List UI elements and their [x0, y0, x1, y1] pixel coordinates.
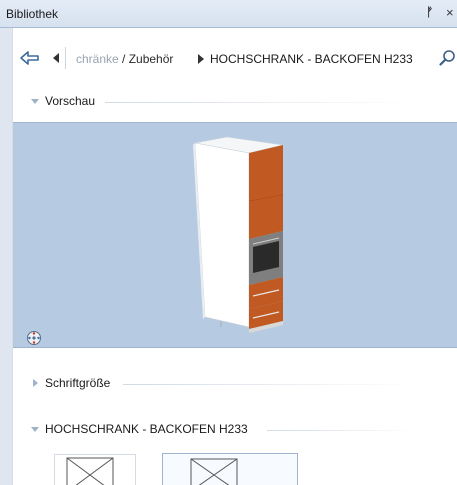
group-preview[interactable]: Vorschau [13, 94, 457, 110]
variant-thumbnail-selected[interactable] [162, 453, 298, 485]
breadcrumb-bar: chränke / Zubehör HOCHSCHRANK - BACKOFEN… [12, 28, 457, 84]
group-item-label: HOCHSCHRANK - BACKOFEN H233 [45, 422, 254, 436]
breadcrumb-chevron-icon[interactable] [198, 54, 204, 64]
triangle-left-icon[interactable] [51, 52, 61, 64]
oven-cabinet-image [193, 136, 284, 333]
expand-arrow-icon[interactable] [31, 427, 39, 432]
placeholder-image-icon [190, 458, 238, 485]
breadcrumb-parent-faded: chränke [76, 52, 119, 66]
breadcrumb-current[interactable]: HOCHSCHRANK - BACKOFEN H233 [210, 52, 413, 66]
group-font-size-label: Schriftgröße [45, 376, 117, 390]
left-rail [0, 28, 12, 485]
window-title: Bibliothek [6, 7, 59, 21]
variant-thumbnail[interactable] [54, 454, 136, 485]
group-divider [267, 430, 418, 431]
breadcrumb-parent-rest: / Zubehör [118, 52, 174, 66]
group-font-size[interactable]: Schriftgröße [13, 376, 457, 392]
group-item[interactable]: HOCHSCHRANK - BACKOFEN H233 [13, 422, 457, 438]
back-arrow-icon[interactable] [18, 48, 42, 68]
title-bar: Bibliothek ᚠ × [0, 0, 457, 28]
preview-viewport[interactable] [13, 122, 457, 348]
breadcrumb-separator [65, 47, 66, 69]
breadcrumb-parent[interactable]: chränke / Zubehör [76, 52, 173, 66]
view-navigation-icon[interactable] [26, 330, 42, 346]
placeholder-image-icon [66, 457, 114, 485]
collapse-arrow-icon[interactable] [33, 379, 38, 387]
group-preview-label: Vorschau [45, 94, 102, 108]
pin-icon[interactable]: ᚠ [426, 5, 433, 19]
library-content: Vorschau Schriftgröße HOCHSCHRANK - BACK… [12, 84, 457, 485]
search-icon[interactable] [438, 48, 457, 68]
group-divider [105, 102, 418, 103]
close-icon[interactable]: × [446, 5, 454, 20]
group-divider [123, 384, 418, 385]
expand-arrow-icon[interactable] [31, 99, 39, 104]
